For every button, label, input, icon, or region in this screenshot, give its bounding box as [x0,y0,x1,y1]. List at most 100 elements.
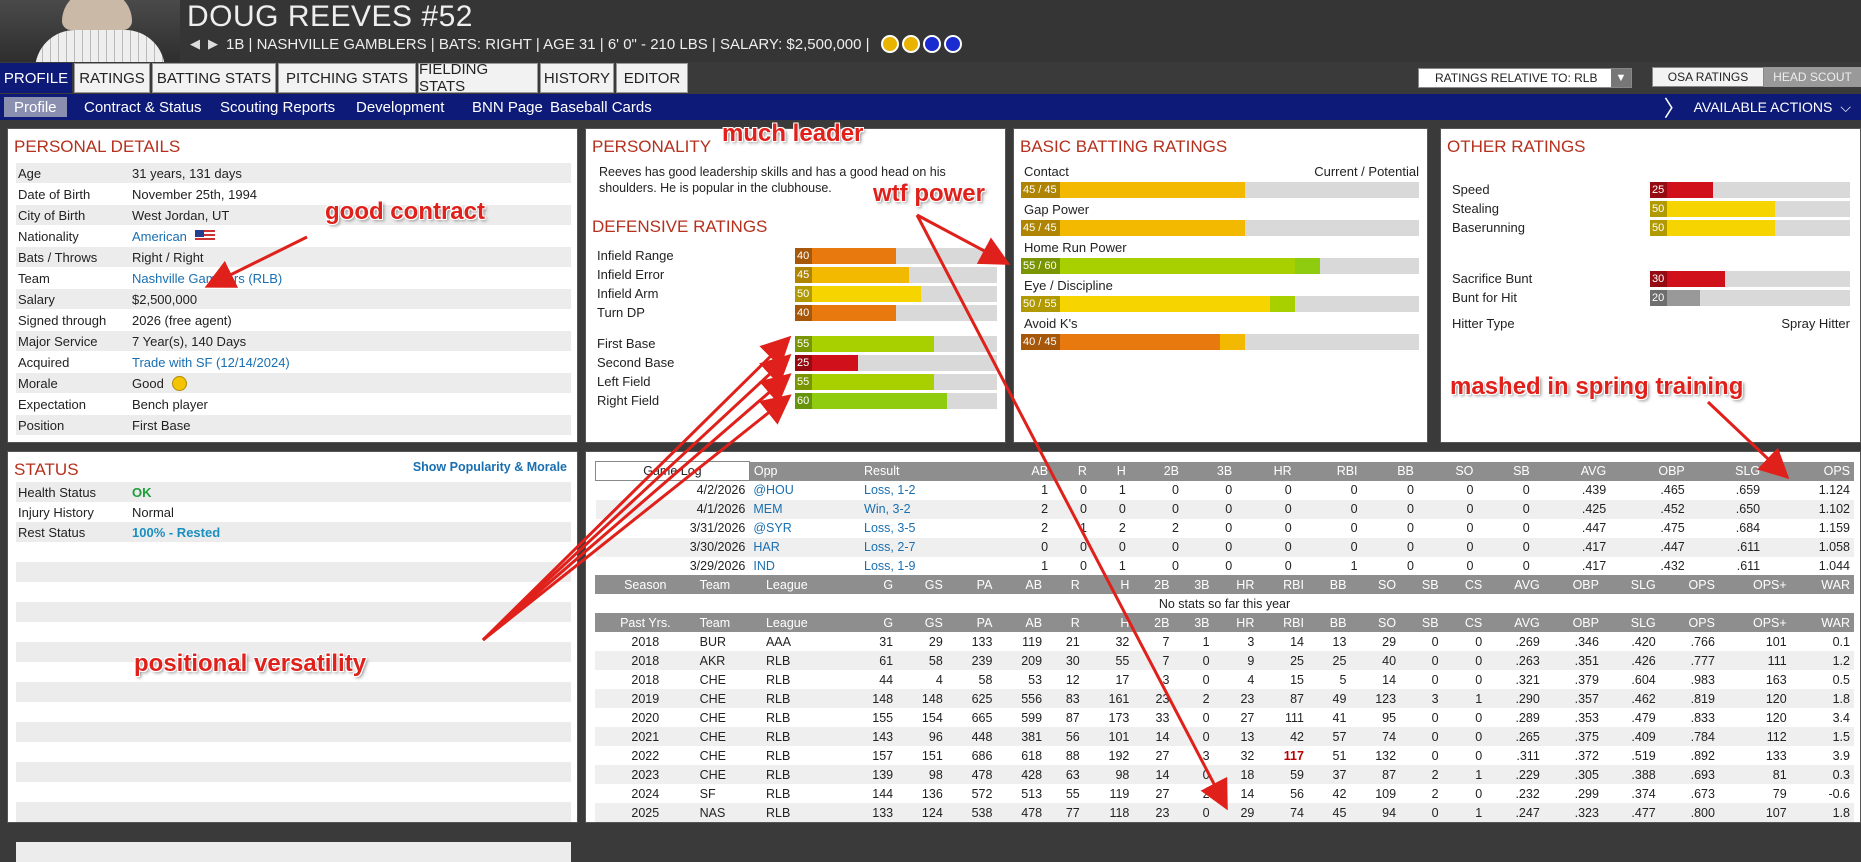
personality-title: PERSONALITY [592,137,712,156]
table-cell: 0 [1350,483,1358,497]
next-player-icon[interactable]: ▶ [208,36,218,52]
subnav-bnn-page[interactable]: BNN Page [472,94,543,120]
player-info-text: 1B | NASHVILLE GAMBLERS | BATS: RIGHT | … [226,35,870,53]
status-row: Rest Status 100% - Rested [16,522,571,542]
table-cell: 88 [1065,748,1080,763]
table-cell: .519 [1631,748,1656,763]
tab-fielding-stats[interactable]: FIELDING STATS [418,61,538,95]
detail-row: Acquired Trade with SF (12/14/2024) [16,352,571,372]
column-header: SO [1350,575,1401,594]
table-row: 2025 NAS RLB 133 124 538 478 77 118 23 0 29 74 45 94 0 1… [595,803,1854,822]
status-title: STATUS [14,460,79,479]
table-cell: 13 [1240,729,1255,744]
table-cell: 133 [1765,748,1787,763]
column-header: SO [1350,613,1401,632]
result-link[interactable]: Win, 3-2 [860,500,996,519]
table-cell: 2024 [631,786,660,801]
table-cell: RLB [765,729,791,744]
opponent-link[interactable]: IND [749,557,860,576]
table-cell: 0 [1466,521,1474,535]
table-cell: 0 [1406,483,1414,497]
tab-editor[interactable]: EDITOR [616,63,688,93]
opponent-link[interactable]: @HOU [749,481,860,500]
table-cell: .477 [1631,805,1656,820]
rating-bar: 50 [795,286,997,302]
table-cell: 1.2 [1832,653,1850,668]
table-cell: 7 [1162,634,1170,649]
show-popularity-morale-link[interactable]: Show Popularity & Morale [413,460,567,474]
table-cell: 0 [1475,672,1483,687]
tab-history[interactable]: HISTORY [540,63,614,93]
rating-value: 45 [795,267,813,283]
table-cell: 1 [1118,559,1126,573]
table-cell: BUR [699,634,727,649]
table-cell: .447 [1581,521,1607,535]
opponent-link[interactable]: @SYR [749,519,860,538]
tab-profile[interactable]: PROFILE [0,63,72,93]
table-cell: 51 [1332,748,1347,763]
subnav-scouting-reports[interactable]: Scouting Reports [220,94,335,120]
detail-value[interactable]: American [132,229,187,244]
status-row: Injury History Normal [16,502,571,522]
column-header: Team [695,575,762,594]
rating-value: 50 [1650,220,1668,236]
status-panel: STATUS Show Popularity & Morale Health S… [7,451,578,862]
column-header: 3B [1173,613,1214,632]
table-cell: 2018 [631,634,660,649]
table-cell: 0 [1406,502,1414,516]
table-cell: 33 [1155,710,1170,725]
defense-label: Second Base [597,355,675,370]
batting-label: Gap Power [1024,202,1090,217]
table-cell: 144 [872,786,894,801]
table-cell: .289 [1515,710,1540,725]
ratings-relative-select[interactable]: RATINGS RELATIVE TO: RLB ▼ [1418,68,1632,88]
sub-navigation: Profile Contract & Status Scouting Reports… [0,94,1861,120]
rating-fill [795,393,947,409]
detail-value: Bench player [132,396,208,412]
result-link[interactable]: Loss, 2-7 [860,538,996,557]
table-cell: 139 [872,767,894,782]
status-empty-row [16,782,571,802]
opponent-link[interactable]: MEM [749,500,860,519]
subnav-profile[interactable]: Profile [4,97,67,117]
head-scout-button[interactable]: HEAD SCOUT [1764,67,1861,87]
batting-label: Home Run Power [1024,240,1127,255]
table-cell: 513 [1021,786,1043,801]
subnav-development[interactable]: Development [356,94,444,120]
table-cell: 0.3 [1832,767,1850,782]
table-cell: RLB [765,786,791,801]
other-rating-label: Sacrifice Bunt [1452,271,1533,286]
tab-pitching-stats[interactable]: PITCHING STATS [278,63,416,93]
tab-batting-stats[interactable]: BATTING STATS [152,63,276,93]
table-cell: 42 [1332,786,1347,801]
column-header: GS [897,613,947,632]
detail-label: Signed through [18,312,107,328]
table-cell: 111 [1284,710,1304,725]
table-cell: 32 [1240,748,1255,763]
result-link[interactable]: Loss, 1-2 [860,481,996,500]
table-cell: 148 [921,691,943,706]
table-cell: 119 [1022,634,1043,649]
previous-player-icon[interactable]: ◀ [190,36,200,52]
chevron-down-icon[interactable]: ▼ [1611,69,1631,87]
subnav-baseball-cards[interactable]: Baseball Cards [550,94,652,120]
defense-label: Infield Range [597,248,674,263]
table-cell: 0 [1172,502,1179,516]
opponent-link[interactable]: HAR [749,538,860,557]
result-link[interactable]: Loss, 3-5 [860,519,996,538]
table-cell: 192 [1108,748,1130,763]
table-cell: 132 [1375,748,1397,763]
table-row: 3/31/2026 @SYR Loss, 3-5 2 1 2 2 0 0 0 0 0 0 .447 .475… [595,518,1854,538]
detail-value[interactable]: Trade with SF (12/14/2024) [132,355,290,370]
table-cell: 0 [1202,653,1210,668]
available-actions-menu[interactable]: 〉 AVAILABLE ACTIONS ⌵ [1664,94,1861,121]
detail-value[interactable]: Nashville Gamblers (RLB) [132,271,282,286]
table-cell: 107 [1765,805,1787,820]
result-link[interactable]: Loss, 1-9 [860,557,996,576]
table-cell: 81 [1772,767,1787,782]
tab-ratings[interactable]: RATINGS [74,63,150,93]
osa-ratings-button[interactable]: OSA RATINGS [1652,67,1764,87]
table-cell: 7 [1162,653,1170,668]
subnav-contract-status[interactable]: Contract & Status [84,94,202,120]
table-cell: .784 [1690,729,1715,744]
